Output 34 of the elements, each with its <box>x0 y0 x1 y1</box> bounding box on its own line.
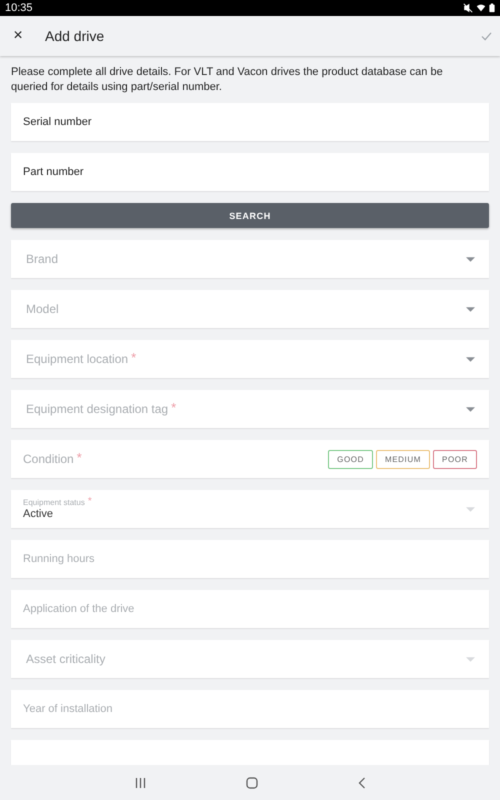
text-input-field[interactable]: Part number <box>11 153 489 191</box>
required-mark: * <box>88 498 92 506</box>
recent-apps-icon[interactable] <box>134 776 146 788</box>
text-input-field[interactable]: Serial number <box>11 103 489 141</box>
dropdown-arrow-icon[interactable] <box>466 406 475 412</box>
dropdown-arrow-icon[interactable] <box>466 356 475 362</box>
condition-label: Condition <box>23 452 74 466</box>
condition-chip[interactable]: POOR <box>433 450 477 468</box>
instructions-text: Please complete all drive details. For VLT and Vacon drives the product database can be queried for details using part/serial number. <box>11 65 444 95</box>
close-button[interactable]: × <box>6 27 30 45</box>
required-mark: * <box>171 402 176 414</box>
clock-time: 10:35 <box>5 2 33 14</box>
required-mark: * <box>131 352 136 364</box>
field-label: Equipment status <box>23 498 85 507</box>
wifi-icon <box>476 3 486 13</box>
battery-icon <box>489 3 495 13</box>
search-button[interactable]: SEARCH <box>11 203 489 228</box>
mute-icon <box>463 3 473 13</box>
home-icon[interactable] <box>246 776 258 788</box>
dropdown-field[interactable]: Equipment status * Active <box>11 490 489 528</box>
dropdown-placeholder: Equipment designation tag <box>26 402 168 416</box>
check-icon[interactable] <box>481 32 492 40</box>
dropdown-arrow-icon[interactable] <box>466 306 475 312</box>
condition-chip[interactable]: GOOD <box>328 450 373 468</box>
dropdown-placeholder: Brand <box>26 252 58 266</box>
required-mark: * <box>76 452 82 464</box>
screen-title: Add drive <box>45 28 106 44</box>
dropdown-placeholder: Equipment location <box>26 352 128 366</box>
back-icon[interactable] <box>358 776 366 788</box>
dropdown-arrow-icon[interactable] <box>466 256 475 262</box>
condition-chip[interactable]: MEDIUM <box>376 450 430 468</box>
dropdown-placeholder: Model <box>26 302 59 316</box>
field-value: Active <box>23 508 54 520</box>
dropdown-placeholder: Asset criticality <box>26 652 106 666</box>
